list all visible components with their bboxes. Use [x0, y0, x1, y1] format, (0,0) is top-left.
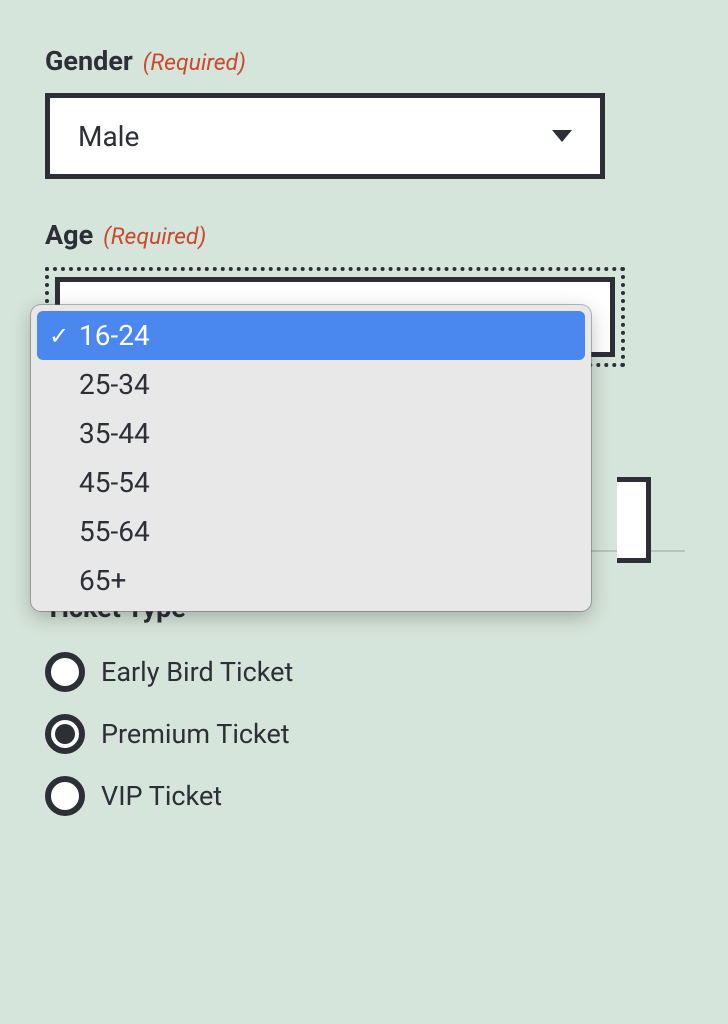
radio-icon: [45, 776, 85, 816]
radio-icon: [45, 714, 85, 754]
age-field: Age (Required) 16-2425-3435-4445-5455-64…: [45, 219, 683, 367]
chevron-down-icon: [552, 130, 572, 142]
gender-select[interactable]: Male: [45, 93, 605, 179]
age-option[interactable]: 35-44: [37, 409, 585, 458]
ticket-radio[interactable]: Early Bird Ticket: [45, 652, 683, 692]
gender-select-value: Male: [78, 120, 139, 153]
radio-icon: [45, 652, 85, 692]
ticket-radio-label: VIP Ticket: [101, 780, 222, 812]
partial-select-edge: [617, 477, 651, 563]
ticket-type-group: Ticket Type Early Bird TicketPremium Tic…: [45, 592, 683, 816]
age-option[interactable]: 65+: [37, 556, 585, 605]
age-option[interactable]: 55-64: [37, 507, 585, 556]
ticket-radio-label: Premium Ticket: [101, 718, 290, 750]
age-option[interactable]: 45-54: [37, 458, 585, 507]
age-label: Age: [45, 219, 93, 251]
gender-required: (Required): [143, 49, 246, 76]
ticket-radio-label: Early Bird Ticket: [101, 656, 293, 688]
age-dropdown: 16-2425-3435-4445-5455-6465+: [31, 305, 591, 611]
age-option[interactable]: 16-24: [37, 311, 585, 360]
age-required: (Required): [103, 223, 206, 250]
gender-label: Gender: [45, 45, 133, 77]
gender-field: Gender (Required) Male: [45, 45, 683, 179]
ticket-radio[interactable]: Premium Ticket: [45, 714, 683, 754]
ticket-radio[interactable]: VIP Ticket: [45, 776, 683, 816]
age-option[interactable]: 25-34: [37, 360, 585, 409]
